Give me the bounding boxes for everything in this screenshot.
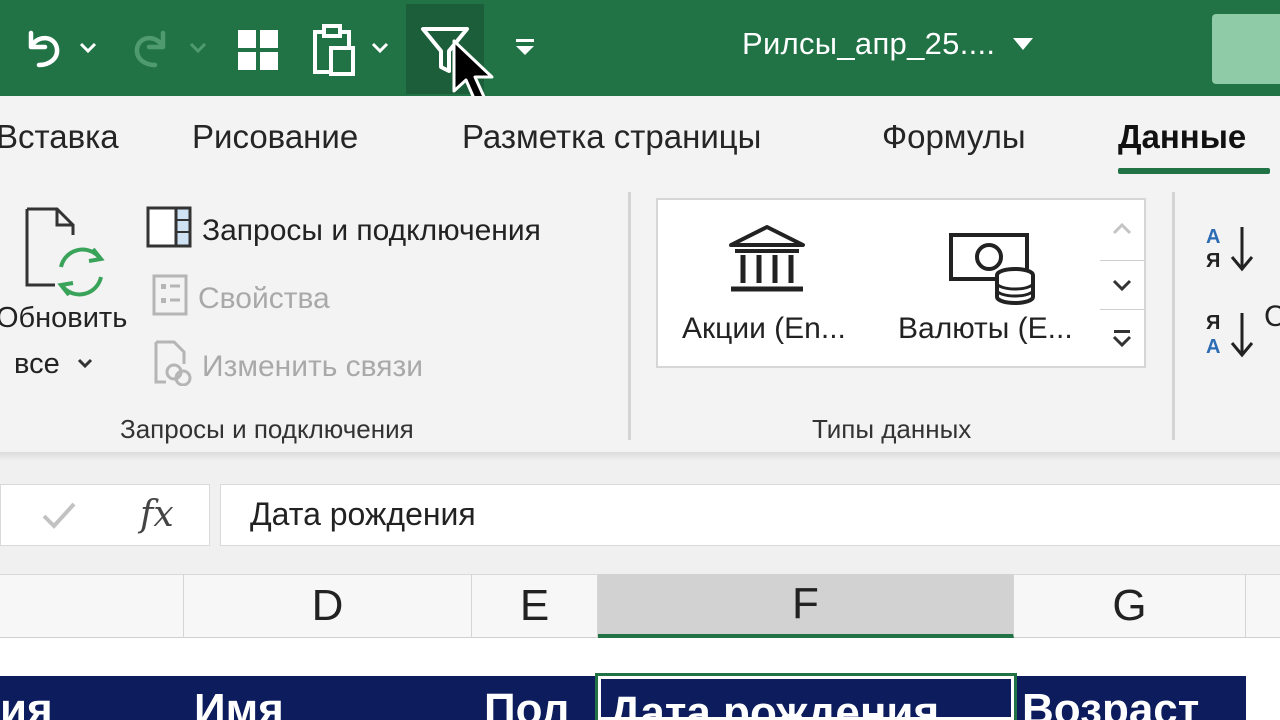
refresh-all-dropdown-icon[interactable] [74,354,96,374]
redo-icon [124,20,180,76]
ribbon-tabs: Вставка Рисование Разметка страницы Форм… [0,96,1280,188]
properties-icon [152,274,188,324]
currencies-label[interactable]: Валюты (E... [898,312,1073,346]
column-header-d[interactable]: D [184,574,472,638]
bank-icon[interactable] [724,222,810,298]
gallery-scrollbar [1100,200,1144,366]
tab-data[interactable]: Данные [1118,118,1246,156]
edit-links-label: Изменить связи [202,350,424,383]
sort-ascending-icon[interactable]: АЯ [1200,222,1260,276]
svg-text:А: А [1206,336,1220,358]
insert-function-icon[interactable]: fx [140,494,174,535]
properties-button: Свойства [152,274,330,324]
formula-value[interactable]: Дата рождения [250,496,476,533]
undo-dropdown-icon[interactable] [76,36,100,60]
column-header-c[interactable]: C [0,574,184,638]
confirm-check-icon[interactable] [38,496,80,536]
title-dropdown-icon[interactable] [1012,36,1034,57]
column-header-g[interactable]: G [1014,574,1246,638]
column-header-e[interactable]: E [472,574,598,638]
currency-icon[interactable] [946,228,1038,308]
tab-draw[interactable]: Рисование [192,118,358,156]
title-bar: Рилсы_апр_25.... [0,0,1280,105]
cell-header-surname[interactable]: ия [0,676,184,720]
cell-header-birthdate[interactable]: Дата рождения [595,673,1017,720]
active-tab-indicator [1118,168,1270,174]
gallery-scroll-up [1100,204,1144,254]
refresh-all-label-line1[interactable]: Обновить [0,302,127,335]
gallery-expand[interactable] [1100,312,1144,362]
document-title[interactable]: Рилсы_апр_25.... [742,26,995,62]
column-header-f[interactable]: F [598,574,1014,638]
edit-links-icon [152,340,192,394]
customize-qat-icon[interactable] [510,32,540,64]
queries-group-label: Запросы и подключения [120,414,414,444]
svg-text:Я: Я [1206,250,1220,272]
edit-links-button: Изменить связи [152,340,423,394]
table-grid-icon[interactable] [230,22,286,78]
queries-connections-label: Запросы и подключения [202,214,541,247]
stocks-label[interactable]: Акции (En... [682,312,846,346]
cell-header-gender[interactable]: Пол [484,676,598,720]
data-types-group-label: Типы данных [812,414,972,444]
sort-descending-icon[interactable]: ЯА [1200,308,1260,362]
properties-label: Свойства [198,282,330,315]
gallery-scroll-down[interactable] [1100,260,1144,310]
redo-dropdown-icon [186,36,210,60]
clipboard-icon[interactable] [306,20,362,80]
ribbon-shadow [0,452,1280,462]
queries-connections-icon [146,206,192,256]
search-box[interactable] [1212,14,1280,84]
group-separator [628,192,631,440]
formula-controls [0,484,210,546]
tab-insert[interactable]: Вставка [0,118,119,156]
group-separator [1172,192,1175,440]
queries-connections-button[interactable]: Запросы и подключения [146,206,541,256]
tab-formulas[interactable]: Формулы [882,118,1026,156]
sort-label-partial[interactable]: С [1264,300,1280,334]
refresh-all-label-line2[interactable]: все [14,348,60,381]
cell-header-name[interactable]: Имя [194,676,472,720]
clipboard-dropdown-icon[interactable] [368,36,392,60]
svg-text:А: А [1206,226,1220,248]
undo-icon[interactable] [14,20,70,76]
tab-page-layout[interactable]: Разметка страницы [462,118,761,156]
refresh-all-icon[interactable] [20,204,108,300]
cell-header-age[interactable]: Возраст [1022,676,1246,720]
svg-text:Я: Я [1206,312,1220,334]
